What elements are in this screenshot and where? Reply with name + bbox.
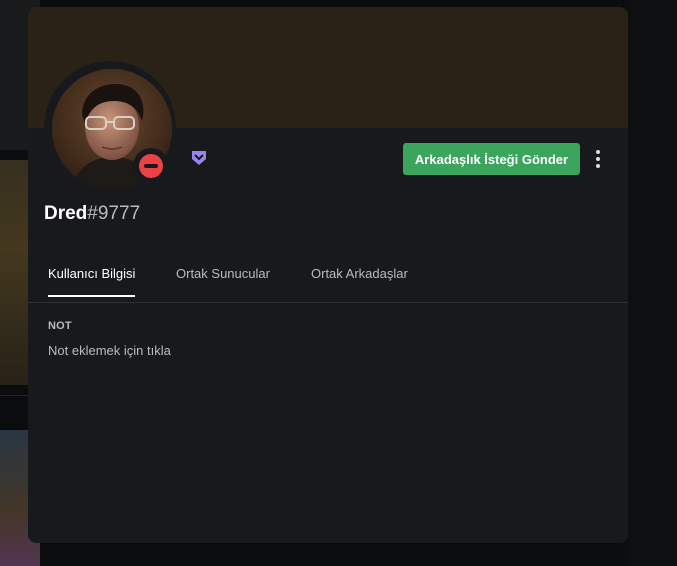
tab-user-info[interactable]: Kullanıcı Bilgisi (48, 266, 136, 297)
profile-tabs: Kullanıcı Bilgisi Ortak Sunucular Ortak … (28, 257, 628, 303)
username-discriminator: #9777 (87, 203, 141, 224)
do-not-disturb-icon (139, 154, 163, 178)
user-profile-modal: Arkadaşlık İsteği Gönder Dred#9777 Kulla… (28, 7, 628, 543)
note-input[interactable]: Not eklemek için tıkla (48, 343, 608, 358)
dot (596, 164, 600, 168)
username: Dred#9777 (44, 203, 140, 225)
dot (596, 150, 600, 154)
tab-mutual-friends[interactable]: Ortak Arkadaşlar (311, 266, 408, 295)
hypesquad-icon[interactable] (190, 149, 208, 167)
username-name: Dred (44, 203, 88, 224)
note-heading: NOT (48, 320, 72, 332)
send-friend-request-button[interactable]: Arkadaşlık İsteği Gönder (403, 143, 580, 175)
dot (596, 157, 600, 161)
more-vertical-icon[interactable] (590, 147, 606, 171)
tab-mutual-servers[interactable]: Ortak Sunucular (176, 266, 270, 295)
background-panel (628, 0, 677, 566)
